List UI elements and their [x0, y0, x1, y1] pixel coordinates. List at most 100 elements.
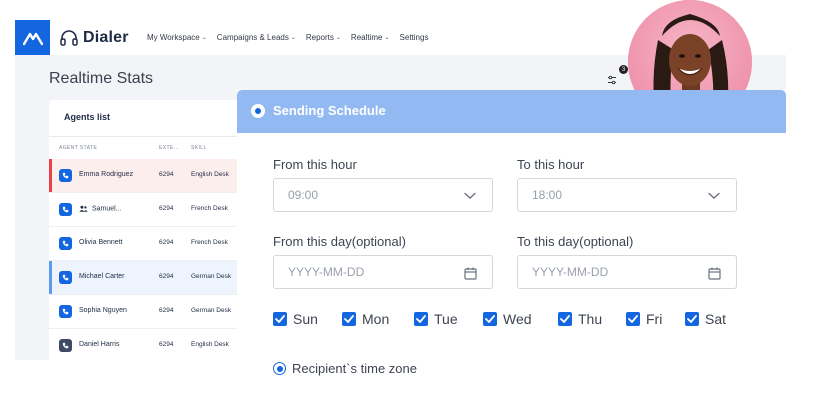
checkbox-fri[interactable]: Fri: [626, 311, 662, 327]
from-day-date-input[interactable]: YYYY-MM-DD: [273, 255, 493, 289]
to-day-label: To this day(optional): [517, 234, 634, 249]
column-header-agent-state[interactable]: AGENT STATE: [59, 145, 97, 151]
checkbox-checked-icon: [558, 312, 572, 326]
panel-title: Sending Schedule: [273, 103, 386, 118]
phone-icon: [59, 305, 72, 318]
agent-skill: English Desk: [191, 171, 229, 178]
chevron-down-icon: ⌄: [384, 35, 390, 41]
column-header-extension[interactable]: EXTE...: [159, 145, 179, 151]
day-label: Mon: [362, 311, 390, 327]
day-label: Wed: [503, 311, 532, 327]
nav-label: Realtime: [350, 33, 383, 42]
table-row[interactable]: Samuel... 6294 French Desk: [49, 193, 239, 227]
sending-schedule-panel: Sending Schedule From this hour 09:00 To…: [237, 90, 786, 401]
agent-name: Emma Rodriguez: [79, 171, 134, 178]
checkbox-checked-icon: [414, 312, 428, 326]
agent-name: Daniel Harris: [79, 341, 120, 348]
from-day-label: From this day(optional): [273, 234, 406, 249]
day-label: Thu: [578, 311, 603, 327]
from-hour-value: 09:00: [288, 188, 319, 202]
checkbox-checked-icon: [483, 312, 497, 326]
nav-label: Reports: [305, 33, 334, 42]
day-label: Tue: [434, 311, 458, 327]
chevron-down-icon: ⌄: [290, 35, 296, 41]
phone-icon: [59, 271, 72, 284]
filter-button[interactable]: [604, 72, 620, 88]
agents-list-title: Agents list: [64, 112, 111, 122]
day-label: Fri: [646, 311, 663, 327]
from-hour-select[interactable]: 09:00: [273, 178, 493, 212]
agent-skill: German Desk: [191, 307, 232, 314]
calendar-icon[interactable]: [462, 265, 478, 281]
table-row[interactable]: Olivia Bennett 6294 French Desk: [49, 227, 239, 261]
nav-reports[interactable]: Reports ⌄: [306, 33, 341, 42]
from-day-placeholder: YYYY-MM-DD: [288, 265, 365, 279]
agent-skill: French Desk: [191, 239, 228, 246]
checkbox-mon[interactable]: Mon: [342, 311, 389, 327]
brand[interactable]: Dialer: [59, 26, 129, 50]
agent-skill: French Desk: [191, 205, 228, 212]
chevron-down-icon: ⌄: [335, 35, 341, 41]
nav-label: Campaigns & Leads: [216, 33, 289, 42]
chevron-down-icon: ⌄: [201, 35, 207, 41]
agents-table-header: AGENT STATE EXTE... SKILL: [49, 136, 239, 160]
phone-icon: [59, 237, 72, 250]
app-logo[interactable]: [15, 20, 50, 55]
timezone-label: Recipient`s time zone: [292, 361, 417, 376]
agent-name: Samuel...: [92, 205, 122, 213]
main-nav: My Workspace ⌄ Campaigns & Leads ⌄ Reports…: [147, 20, 428, 55]
agent-extension: 6294: [159, 341, 174, 348]
agent-extension: 6294: [159, 171, 174, 178]
agent-skill: English Desk: [191, 341, 229, 348]
agent-extension: 6294: [159, 273, 174, 280]
radio-dot: [255, 108, 261, 114]
column-header-skill[interactable]: SKILL: [191, 145, 207, 151]
checkbox-checked-icon: [685, 312, 699, 326]
agent-name: Michael Carter: [79, 273, 125, 280]
schedule-radio[interactable]: [251, 104, 265, 118]
from-hour-label: From this hour: [273, 157, 357, 172]
checkbox-sun[interactable]: Sun: [273, 311, 318, 327]
agent-name: Sophia Nguyen: [79, 307, 127, 314]
panel-header: Sending Schedule: [237, 90, 786, 133]
table-row[interactable]: Emma Rodriguez 6294 English Desk: [49, 159, 239, 193]
nav-label: Settings: [399, 33, 429, 42]
checkbox-checked-icon: [273, 312, 287, 326]
nav-campaigns-leads[interactable]: Campaigns & Leads ⌄: [217, 33, 296, 42]
checkbox-tue[interactable]: Tue: [414, 311, 458, 327]
person-icon: [79, 205, 88, 212]
brand-name: Dialer: [83, 29, 129, 46]
checkbox-checked-icon: [342, 312, 356, 326]
agent-name-cell: Samuel...: [79, 205, 122, 212]
agent-extension: 6294: [159, 239, 174, 246]
to-hour-value: 18:00: [532, 188, 563, 202]
calendar-icon[interactable]: [706, 265, 722, 281]
page-title: Realtime Stats: [49, 70, 154, 87]
table-row[interactable]: Michael Carter 6294 German Desk: [49, 261, 239, 295]
day-label: Sat: [705, 311, 727, 327]
checkbox-thu[interactable]: Thu: [558, 311, 602, 327]
nav-realtime[interactable]: Realtime ⌄: [351, 33, 390, 42]
table-row[interactable]: Sophia Nguyen 6294 German Desk: [49, 295, 239, 329]
to-hour-select[interactable]: 18:00: [517, 178, 737, 212]
to-day-date-input[interactable]: YYYY-MM-DD: [517, 255, 737, 289]
logo-mark-icon: [22, 32, 43, 45]
to-day-placeholder: YYYY-MM-DD: [532, 265, 609, 279]
checkbox-wed[interactable]: Wed: [483, 311, 532, 327]
radio-selected-icon: [273, 362, 286, 375]
checkbox-checked-icon: [626, 312, 640, 326]
nav-label: My Workspace: [147, 33, 200, 42]
checkbox-sat[interactable]: Sat: [685, 311, 726, 327]
to-hour-label: To this hour: [517, 157, 585, 172]
chevron-down-icon: [462, 188, 478, 204]
sliders-icon: [608, 75, 616, 85]
filter-count-badge: 3: [619, 65, 628, 74]
recipient-timezone-radio[interactable]: Recipient`s time zone: [273, 361, 417, 376]
agent-extension: 6294: [159, 307, 174, 314]
phone-icon: [59, 203, 72, 216]
agent-extension: 6294: [159, 205, 174, 212]
nav-settings[interactable]: Settings: [400, 33, 429, 42]
nav-my-workspace[interactable]: My Workspace ⌄: [147, 33, 207, 42]
agent-skill: German Desk: [191, 273, 232, 280]
table-row[interactable]: Daniel Harris 6294 English Desk: [49, 329, 239, 360]
